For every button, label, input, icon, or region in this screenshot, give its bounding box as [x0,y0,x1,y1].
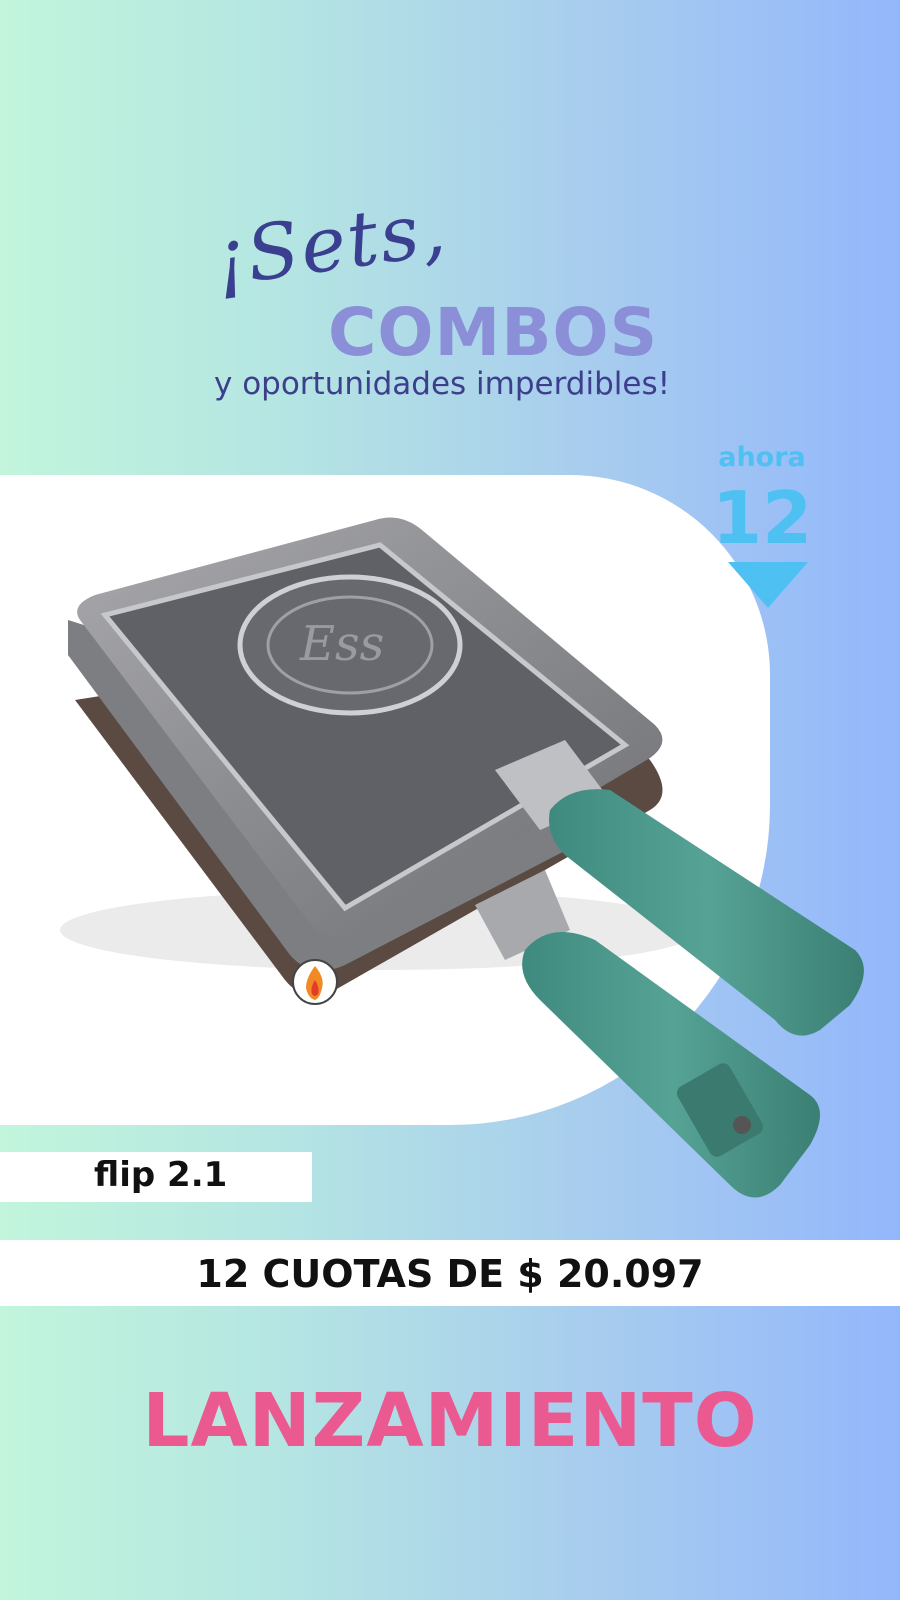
headline-combos: COMBOS [328,294,659,371]
product-image-flip-pan: Ess [60,517,864,1198]
fire-icon [292,959,338,1005]
headline-tagline: y oportunidades imperdibles! [214,366,671,402]
product-name: flip 2.1 [94,1155,228,1195]
headline-script: ¡Sets, [208,182,453,304]
logo-icon: Ess [299,616,384,672]
launch-label: LANZAMIENTO [142,1378,758,1464]
price-installments: 12 CUOTAS DE $ 20.097 [196,1252,704,1296]
badge-ahora-label: ahora [718,442,806,473]
